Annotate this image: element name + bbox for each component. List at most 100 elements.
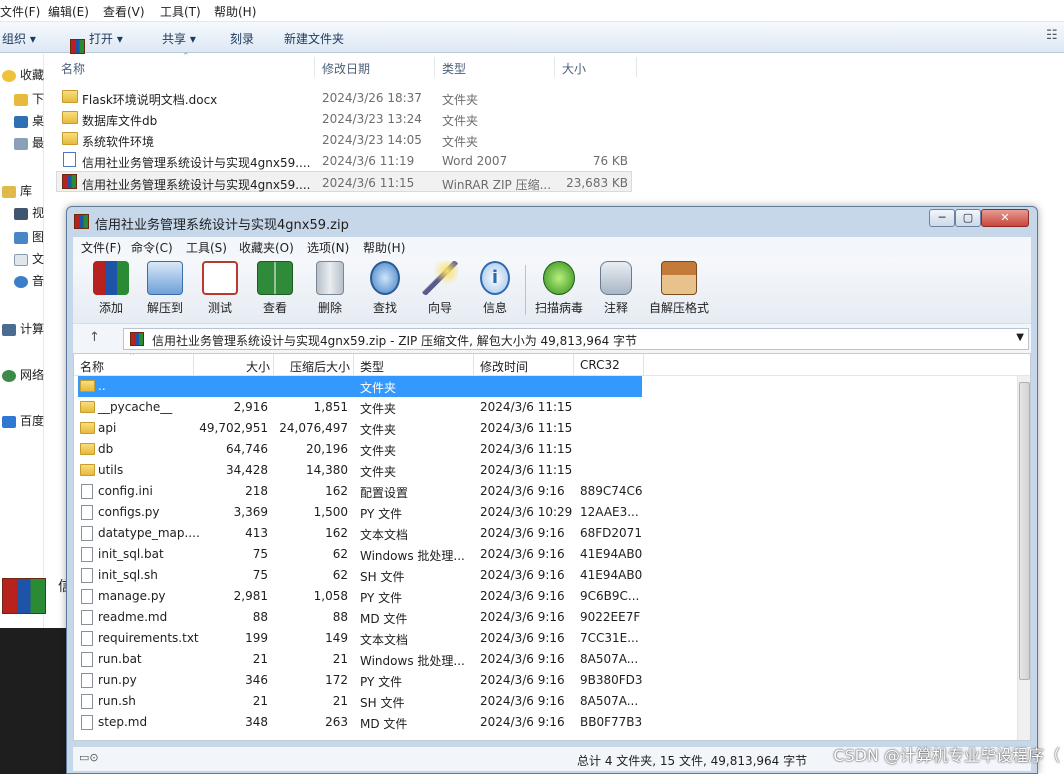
open-button[interactable]: 打开 ▾ [70, 30, 123, 54]
explorer-toolbar: 组织 ▾ 打开 ▾ 共享 ▾ 刻录 新建文件夹 ☷ [0, 22, 1064, 54]
extract-to-button[interactable]: 解压到 [137, 261, 193, 319]
winrar-file-list: 名称 ⌃ 大小 压缩后大小 类型 修改时间 CRC32 .. 文件夹 __pycac… [73, 353, 1031, 741]
winrar-icon [70, 39, 85, 54]
menu-help[interactable]: 帮助(H) [363, 239, 405, 256]
menu-commands[interactable]: 命令(C) [131, 239, 173, 256]
explorer-menu-tools[interactable]: 工具(T) [160, 3, 201, 20]
recent-icon [14, 137, 28, 150]
menu-favorites[interactable]: 收藏夹(O) [239, 239, 294, 256]
file-icon [81, 589, 93, 604]
explorer-menu-view[interactable]: 查看(V) [103, 3, 145, 20]
table-row[interactable]: __pycache__ 2,916 1,851 文件夹 2024/3/6 11:15 [74, 397, 1019, 418]
view-options-icon[interactable]: ☷ [1046, 28, 1058, 43]
explorer-menu-help[interactable]: 帮助(H) [214, 3, 256, 20]
nav-baidu[interactable]: 百度 [2, 412, 44, 429]
table-row[interactable]: init_sql.bat 75 62 Windows 批处理... 2024/3/6 9… [74, 544, 1019, 565]
find-button[interactable]: 查找 [357, 261, 413, 319]
nav-music[interactable]: 音 [14, 272, 44, 289]
col-packed[interactable]: 压缩后大小 [274, 358, 350, 375]
col-modified[interactable]: 修改时间 [480, 358, 528, 375]
table-row[interactable]: step.md 348 263 MD 文件 2024/3/6 9:16 BB0F77B3 [74, 712, 1019, 733]
nav-recent[interactable]: 最 [14, 134, 44, 151]
delete-button[interactable]: 删除 [302, 261, 358, 319]
folder-icon [62, 132, 78, 145]
winrar-titlebar[interactable]: 信用社业务管理系统设计与实现4gnx59.zip ─ ▢ ✕ [67, 207, 1037, 235]
up-folder-button[interactable]: ↑ [89, 330, 100, 345]
maximize-button[interactable]: ▢ [955, 209, 981, 227]
table-row[interactable]: db 64,746 20,196 文件夹 2024/3/6 11:15 [74, 439, 1019, 460]
scan-virus-button[interactable]: 扫描病毒 [531, 261, 587, 319]
nav-favorites[interactable]: 收藏 [2, 66, 44, 83]
chevron-down-icon[interactable]: ▼ [1016, 332, 1024, 343]
nav-downloads[interactable]: 下 [14, 90, 44, 107]
star-icon [2, 69, 16, 82]
nav-pictures[interactable]: 图 [14, 228, 44, 245]
table-row[interactable]: config.ini 218 162 配置设置 2024/3/6 9:16 889C74C… [74, 481, 1019, 502]
taskbar-winrar-item[interactable]: 信 [0, 576, 72, 616]
col-type[interactable]: 类型 [360, 358, 384, 375]
info-button[interactable]: i 信息 [467, 261, 523, 319]
vertical-scrollbar[interactable] [1017, 376, 1030, 740]
watermark: CSDN @计算机专业毕设程序（ [833, 746, 1060, 765]
test-clipboard-icon [202, 261, 238, 295]
comment-button[interactable]: 注释 [588, 261, 644, 319]
menu-options[interactable]: 选项(N) [307, 239, 349, 256]
folder-icon [80, 422, 95, 434]
organize-button[interactable]: 组织 ▾ [2, 30, 36, 47]
table-row[interactable]: configs.py 3,369 1,500 PY 文件 2024/3/6 10:29 1… [74, 502, 1019, 523]
table-row[interactable]: utils 34,428 14,380 文件夹 2024/3/6 11:15 [74, 460, 1019, 481]
explorer-menu-edit[interactable]: 编辑(E) [48, 3, 89, 20]
table-row[interactable]: readme.md 88 88 MD 文件 2024/3/6 9:16 9022EE7F [74, 607, 1019, 628]
table-row[interactable]: datatype_map.... 413 162 文本文档 2024/3/6 9:16 6… [74, 523, 1019, 544]
table-row-selected[interactable]: .. 文件夹 [74, 376, 1019, 397]
col-size[interactable]: 大小 [194, 358, 270, 375]
minimize-button[interactable]: ─ [929, 209, 955, 227]
table-row[interactable]: manage.py 2,981 1,058 PY 文件 2024/3/6 9:16 9C6… [74, 586, 1019, 607]
view-book-icon [257, 261, 293, 295]
explorer-row[interactable]: 系统软件环境 2024/3/23 14:05 文件夹 [56, 129, 632, 150]
table-row[interactable]: run.bat 21 21 Windows 批处理... 2024/3/6 9:16 8A… [74, 649, 1019, 670]
explorer-menu-file[interactable]: 文件(F) [0, 3, 40, 20]
col-name[interactable]: 名称 [80, 358, 104, 375]
table-row[interactable]: run.py 346 172 PY 文件 2024/3/6 9:16 9B380FD3 [74, 670, 1019, 691]
magnifier-icon [370, 261, 400, 295]
col-size[interactable]: 大小 [562, 60, 586, 77]
col-name[interactable]: 名称 [61, 60, 85, 77]
nav-videos[interactable]: 视 [14, 204, 44, 221]
nav-network[interactable]: 网络 [2, 366, 44, 383]
col-type[interactable]: 类型 [442, 60, 466, 77]
menu-tools[interactable]: 工具(S) [186, 239, 227, 256]
nav-documents[interactable]: 文 [14, 250, 44, 267]
file-icon [81, 715, 93, 730]
explorer-menu-bar: 文件(F) 编辑(E) 查看(V) 工具(T) 帮助(H) [0, 0, 1064, 22]
comment-bubble-icon [600, 261, 632, 295]
explorer-column-header: 名称 ⌃ 修改日期 类型 大小 [52, 52, 642, 77]
test-button[interactable]: 测试 [192, 261, 248, 319]
table-row[interactable]: requirements.txt 199 149 文本文档 2024/3/6 9:16 7… [74, 628, 1019, 649]
burn-button[interactable]: 刻录 [230, 30, 254, 47]
explorer-row-selected[interactable]: 信用社业务管理系统设计与实现4gnx59.... 2024/3/6 11:15 … [56, 171, 632, 192]
table-row[interactable]: run.sh 21 21 SH 文件 2024/3/6 9:16 8A507A... [74, 691, 1019, 712]
table-row[interactable]: api 49,702,951 24,076,497 文件夹 2024/3/6 11:15 [74, 418, 1019, 439]
zip-archive-icon [62, 174, 77, 189]
col-crc32[interactable]: CRC32 [580, 358, 620, 372]
add-button[interactable]: 添加 [83, 261, 139, 319]
col-date[interactable]: 修改日期 [322, 60, 370, 77]
scrollbar-thumb[interactable] [1019, 382, 1030, 680]
key-icon: ▭⊙ [79, 751, 99, 764]
table-row[interactable]: init_sql.sh 75 62 SH 文件 2024/3/6 9:16 41E94AB… [74, 565, 1019, 586]
nav-desktop[interactable]: 桌 [14, 112, 44, 129]
path-field[interactable]: 信用社业务管理系统设计与实现4gnx59.zip - ZIP 压缩文件, 解包大… [123, 328, 1029, 350]
new-folder-button[interactable]: 新建文件夹 [284, 30, 344, 47]
explorer-row[interactable]: Flask环境说明文档.docx 2024/3/26 18:37 文件夹 [56, 87, 632, 108]
sfx-button[interactable]: 自解压格式 [649, 261, 709, 319]
wizard-button[interactable]: 向导 [412, 261, 468, 319]
nav-computer[interactable]: 计算 [2, 320, 44, 337]
explorer-row[interactable]: 信用社业务管理系统设计与实现4gnx59.... 2024/3/6 11:19 … [56, 150, 632, 171]
share-button[interactable]: 共享 ▾ [162, 30, 196, 47]
close-button[interactable]: ✕ [981, 209, 1029, 227]
explorer-row[interactable]: 数据库文件db 2024/3/23 13:24 文件夹 [56, 108, 632, 129]
nav-libraries[interactable]: 库 [2, 182, 32, 199]
view-button[interactable]: 查看 [247, 261, 303, 319]
menu-file[interactable]: 文件(F) [81, 239, 121, 256]
